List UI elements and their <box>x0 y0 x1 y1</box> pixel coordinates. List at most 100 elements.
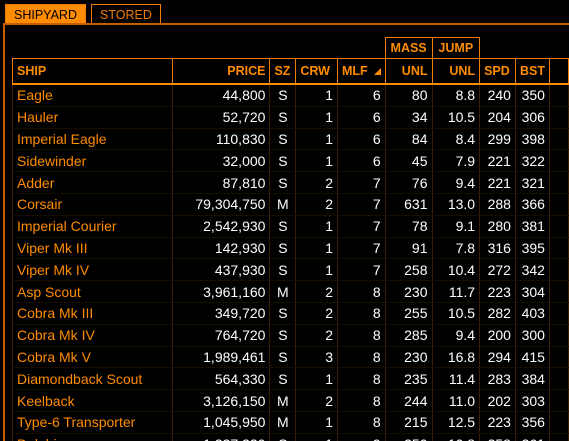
ship-mass-unladen: 84 <box>384 128 433 151</box>
ship-boost: 384 <box>514 367 550 391</box>
ship-boost: 350 <box>514 84 550 107</box>
ship-row[interactable]: Imperial Courier 2,542,930 S 1 7 78 9.1 280 381 <box>11 215 569 238</box>
ship-row[interactable]: Cobra Mk IV 764,720 S 2 8 285 9.4 200 300 <box>11 324 569 347</box>
ship-price: 79,304,750 <box>172 193 271 216</box>
ship-size: S <box>269 106 297 129</box>
ship-mass-unladen: 76 <box>384 171 433 194</box>
ship-crew: 1 <box>295 237 338 260</box>
ship-row[interactable]: Cobra Mk V 1,989,461 S 3 8 230 16.8 294 415 <box>11 346 569 369</box>
ship-name: Type-6 Transporter <box>11 411 174 434</box>
ship-speed: 299 <box>479 128 516 151</box>
ship-table: MASS JUMP SHIP PRICE SZ CRW MLF UNL UNL … <box>11 37 569 441</box>
ship-boost: 300 <box>514 324 550 347</box>
ship-name: Viper Mk III <box>11 237 174 260</box>
ship-size: S <box>269 433 297 441</box>
ship-size: S <box>269 367 297 391</box>
ship-row[interactable]: Keelback 3,126,150 M 2 8 244 11.0 202 303 <box>11 389 569 412</box>
ship-row[interactable]: Viper Mk III 142,930 S 1 7 91 7.8 316 395 <box>11 237 569 260</box>
ship-mass-unladen: 258 <box>384 258 433 282</box>
sort-ascending-icon <box>373 68 381 76</box>
ship-size: S <box>269 149 297 173</box>
ship-boost: 322 <box>514 149 550 173</box>
ship-mass-unladen: 91 <box>384 237 433 260</box>
ship-row[interactable]: Viper Mk IV 437,930 S 1 7 258 10.4 272 342 <box>11 258 569 282</box>
ship-size: M <box>269 389 297 412</box>
ship-boost: 398 <box>514 128 550 151</box>
ship-mlf: 8 <box>337 389 386 412</box>
column-header-price[interactable]: PRICE <box>172 58 271 85</box>
ship-jump-unladen: 10.4 <box>431 258 481 282</box>
ship-name: Diamondback Scout <box>11 367 174 391</box>
column-header-overflow[interactable] <box>548 58 569 85</box>
ship-boost: 356 <box>514 411 550 434</box>
ship-jump-unladen: 10.5 <box>431 106 481 129</box>
ship-price: 44,800 <box>172 84 271 107</box>
ship-jump-unladen: 11.4 <box>431 367 481 391</box>
ship-boost: 395 <box>514 237 550 260</box>
ship-size: S <box>269 302 297 325</box>
column-header-mlf-label: MLF <box>342 64 368 78</box>
ship-size: S <box>269 237 297 260</box>
ship-overflow-cell <box>548 324 569 347</box>
ship-overflow-cell <box>548 84 569 107</box>
ship-row[interactable]: Asp Scout 3,961,160 M 2 8 230 11.7 223 304 <box>11 280 569 303</box>
ship-mlf: 7 <box>337 237 386 260</box>
ship-jump-unladen: 10.5 <box>431 302 481 325</box>
tab-stored[interactable]: STORED <box>91 4 161 24</box>
ship-mass-unladen: 250 <box>384 433 433 441</box>
ship-row[interactable]: Sidewinder 32,000 S 1 6 45 7.9 221 322 <box>11 149 569 173</box>
ship-crew: 2 <box>295 280 338 303</box>
ship-crew: 1 <box>295 84 338 107</box>
ship-row[interactable]: Adder 87,810 S 2 7 76 9.4 221 321 <box>11 171 569 194</box>
ship-overflow-cell <box>548 433 569 441</box>
column-header-jump-unladen[interactable]: UNL <box>431 58 481 85</box>
ship-price: 52,720 <box>172 106 271 129</box>
ship-boost: 342 <box>514 258 550 282</box>
ship-name: Dolphin <box>11 433 174 441</box>
column-header-boost[interactable]: BST <box>514 58 550 85</box>
column-header-mlf[interactable]: MLF <box>337 58 386 85</box>
ship-crew: 2 <box>295 389 338 412</box>
ship-mlf: 6 <box>337 128 386 151</box>
column-header-crew[interactable]: CRW <box>295 58 338 85</box>
ship-boost: 306 <box>514 106 550 129</box>
ship-name: Viper Mk IV <box>11 258 174 282</box>
tab-shipyard[interactable]: SHIPYARD <box>5 4 86 24</box>
column-header-speed[interactable]: SPD <box>479 58 516 85</box>
column-header-ship[interactable]: SHIP <box>11 58 174 85</box>
ship-row[interactable]: Hauler 52,720 S 1 6 34 10.5 204 306 <box>11 106 569 129</box>
group-spacer <box>13 38 386 59</box>
ship-size: S <box>269 84 297 107</box>
ship-crew: 1 <box>295 258 338 282</box>
ship-row[interactable]: Cobra Mk III 349,720 S 2 8 255 10.5 282 403 <box>11 302 569 325</box>
ship-row[interactable]: Imperial Eagle 110,830 S 1 6 84 8.4 299 398 <box>11 128 569 151</box>
ship-mass-unladen: 230 <box>384 280 433 303</box>
ship-crew: 1 <box>295 433 338 441</box>
ship-row[interactable]: Eagle 44,800 S 1 6 80 8.8 240 350 <box>11 84 569 107</box>
ship-crew: 1 <box>295 149 338 173</box>
ship-mass-unladen: 285 <box>384 324 433 347</box>
ship-price: 1,337,320 <box>172 433 271 441</box>
ship-mlf: 7 <box>337 171 386 194</box>
ship-name: Cobra Mk III <box>11 302 174 325</box>
group-spacer-right <box>480 38 569 59</box>
ship-mlf: 8 <box>337 280 386 303</box>
ship-row[interactable]: Diamondback Scout 564,330 S 1 8 235 11.4 283 384 <box>11 367 569 391</box>
ship-overflow-cell <box>548 258 569 282</box>
ship-mlf: 6 <box>337 149 386 173</box>
ship-name: Hauler <box>11 106 174 129</box>
ship-row[interactable]: Type-6 Transporter 1,045,950 M 1 8 215 12.5 223… <box>11 411 569 434</box>
ship-row[interactable]: Corsair 79,304,750 M 2 7 631 13.0 288 366 <box>11 193 569 216</box>
ship-name: Adder <box>11 171 174 194</box>
ship-row[interactable]: Dolphin1,337,320S1925010.8258361 <box>11 433 569 441</box>
ship-overflow-cell <box>548 215 569 238</box>
ship-size: M <box>269 280 297 303</box>
ship-overflow-cell <box>548 367 569 391</box>
ship-crew: 1 <box>295 411 338 434</box>
ship-speed: 283 <box>479 367 516 391</box>
column-header-mass-unladen[interactable]: UNL <box>384 58 433 85</box>
ship-mlf: 7 <box>337 193 386 216</box>
ship-mass-unladen: 78 <box>384 215 433 238</box>
ship-mass-unladen: 45 <box>384 149 433 173</box>
column-header-size[interactable]: SZ <box>269 58 297 85</box>
